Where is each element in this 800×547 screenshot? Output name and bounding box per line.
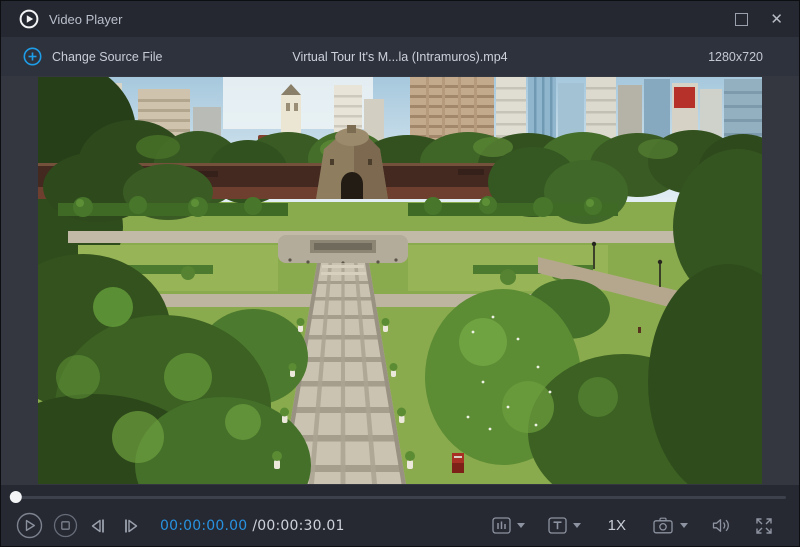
transport-controls: 00:00:00.00/00:00:30.01 xyxy=(16,512,345,539)
subtitle-dropdown-arrow xyxy=(572,523,581,528)
step-forward-button[interactable] xyxy=(119,517,141,535)
subtitle-button[interactable] xyxy=(547,517,581,534)
time-display: 00:00:00.00/00:00:30.01 xyxy=(160,518,345,534)
toolbar: Change Source File Virtual Tour It's M..… xyxy=(1,37,799,76)
volume-button[interactable] xyxy=(711,517,732,534)
app-play-icon xyxy=(19,9,39,29)
duration: 00:00:30.01 xyxy=(257,517,345,534)
audio-track-dropdown-arrow xyxy=(516,523,525,528)
maximize-button[interactable] xyxy=(735,12,749,26)
play-icon xyxy=(16,512,43,539)
audio-track-button[interactable] xyxy=(491,517,525,534)
subtitle-icon xyxy=(547,517,567,534)
video-display[interactable] xyxy=(38,77,762,484)
video-stage xyxy=(1,76,799,485)
audio-track-icon xyxy=(491,517,511,534)
seek-bar[interactable] xyxy=(1,485,799,509)
window-title: Video Player xyxy=(49,11,123,27)
video-frame xyxy=(38,77,762,484)
seek-knob[interactable] xyxy=(9,491,22,503)
step-forward-icon xyxy=(125,519,138,532)
camera-icon xyxy=(653,517,673,534)
volume-icon xyxy=(712,519,729,532)
video-player-window: Video Player ✕ Change Source File Virtua… xyxy=(0,0,800,547)
window-buttons: ✕ xyxy=(735,12,783,27)
seek-track[interactable] xyxy=(9,491,786,503)
step-backward-icon xyxy=(91,519,104,532)
stop-icon xyxy=(53,513,78,538)
change-source-label: Change Source File xyxy=(52,49,163,64)
snapshot-dropdown-arrow xyxy=(680,523,688,528)
add-icon xyxy=(23,47,42,66)
fullscreen-button[interactable] xyxy=(755,517,773,535)
titlebar: Video Player ✕ xyxy=(1,1,799,37)
snapshot-button[interactable] xyxy=(653,517,688,534)
step-backward-button[interactable] xyxy=(88,517,110,535)
play-button[interactable] xyxy=(16,512,43,539)
control-bar: 00:00:00.00/00:00:30.01 1X xyxy=(1,509,799,546)
playback-speed-button[interactable]: 1X xyxy=(608,517,626,534)
current-time: 00:00:00.00 xyxy=(160,517,248,534)
fullscreen-icon xyxy=(756,517,772,534)
stop-button[interactable] xyxy=(52,512,79,539)
change-source-button[interactable]: Change Source File xyxy=(23,47,162,66)
video-resolution: 1280x720 xyxy=(708,49,763,64)
secondary-controls: 1X xyxy=(491,517,773,535)
video-filename: Virtual Tour It's M...la (Intramuros).mp… xyxy=(292,49,508,64)
close-button[interactable]: ✕ xyxy=(770,12,783,27)
